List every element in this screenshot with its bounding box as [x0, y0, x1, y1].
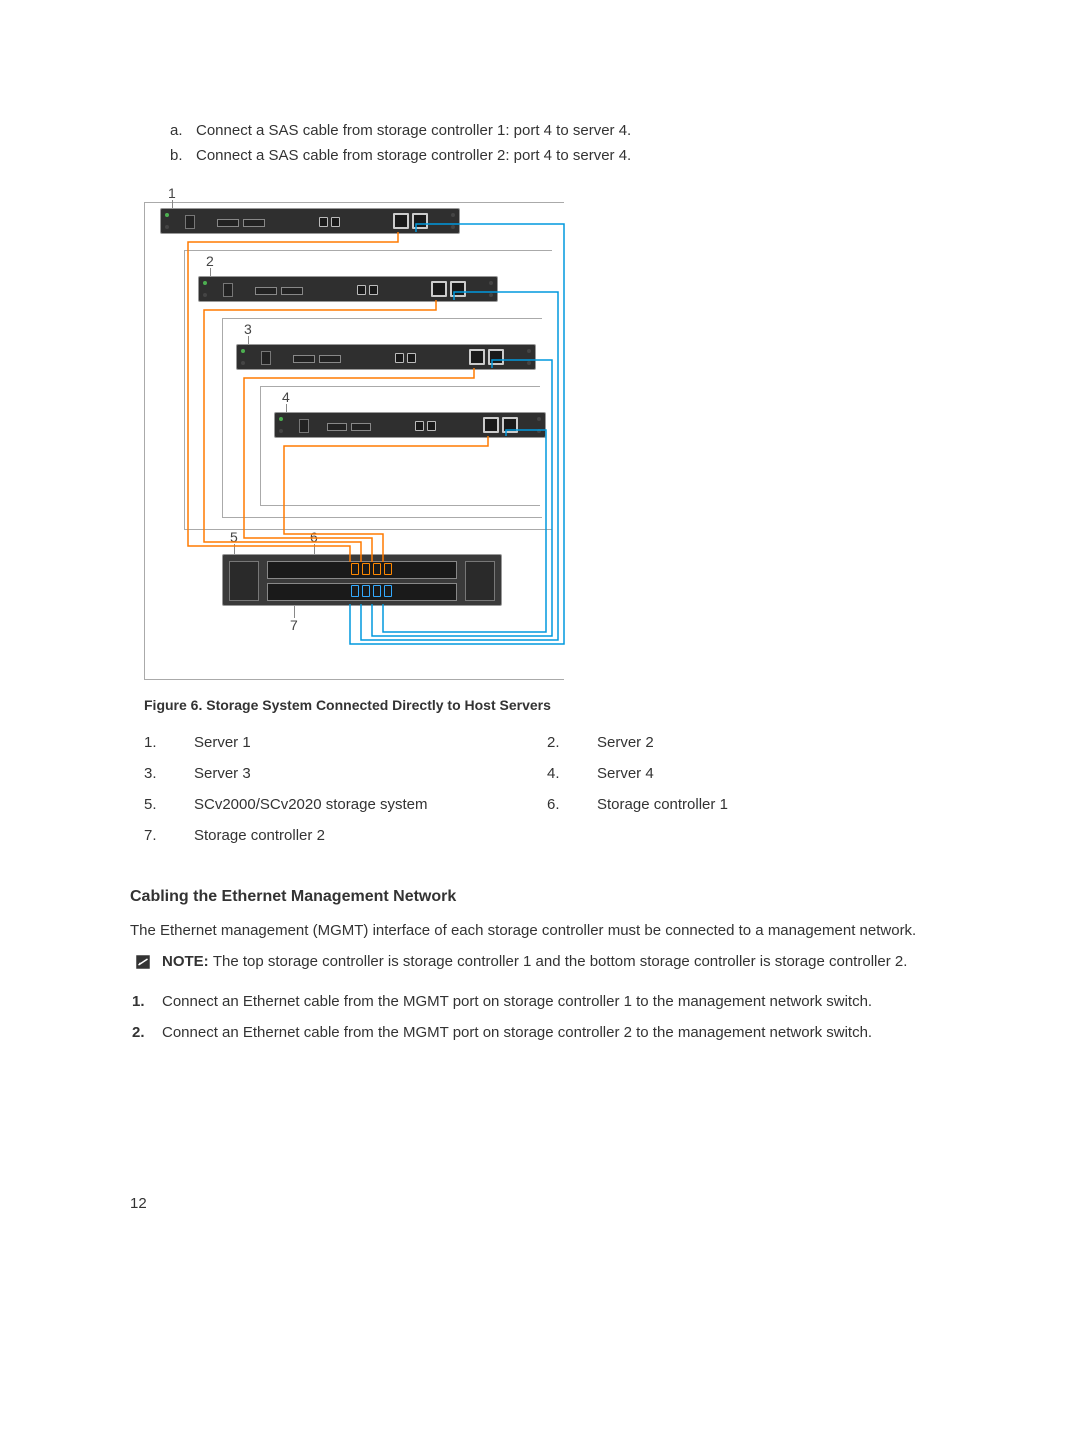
sub-step-list: a. Connect a SAS cable from storage cont…	[170, 120, 950, 166]
sub-step-a: a. Connect a SAS cable from storage cont…	[170, 120, 950, 141]
server-2	[198, 276, 498, 302]
legend-item: 5. SCv2000/SCv2020 storage system	[144, 794, 547, 815]
page-number: 12	[130, 1193, 950, 1214]
legend-item: 7. Storage controller 2	[144, 825, 547, 846]
note-text: NOTE: The top storage controller is stor…	[162, 951, 907, 972]
storage-system	[222, 554, 502, 606]
sub-step-text: Connect a SAS cable from storage control…	[196, 145, 631, 166]
legend-text: Storage controller 1	[597, 794, 728, 815]
legend-item: 4. Server 4	[547, 763, 950, 784]
legend-text: Server 4	[597, 763, 654, 784]
server-4	[274, 412, 546, 438]
section-heading: Cabling the Ethernet Management Network	[130, 886, 950, 908]
sub-step-marker: a.	[170, 120, 196, 141]
steps-list: 1. Connect an Ethernet cable from the MG…	[132, 991, 950, 1043]
sub-step-b: b. Connect a SAS cable from storage cont…	[170, 145, 950, 166]
legend-num: 5.	[144, 794, 194, 815]
legend-num: 4.	[547, 763, 597, 784]
legend-num: 7.	[144, 825, 194, 846]
cabling-diagram: 1 2	[144, 186, 574, 686]
legend-num: 2.	[547, 732, 597, 753]
note-body: The top storage controller is storage co…	[213, 953, 908, 970]
server-3	[236, 344, 536, 370]
note-block: NOTE: The top storage controller is stor…	[134, 951, 950, 977]
legend-text: Server 3	[194, 763, 251, 784]
legend-text: Storage controller 2	[194, 825, 325, 846]
legend-text: Server 1	[194, 732, 251, 753]
legend-item: 1. Server 1	[144, 732, 547, 753]
legend-text: SCv2000/SCv2020 storage system	[194, 794, 427, 815]
callout-7: 7	[290, 616, 298, 636]
sub-step-text: Connect a SAS cable from storage control…	[196, 120, 631, 141]
legend-num: 1.	[144, 732, 194, 753]
step-text: Connect an Ethernet cable from the MGMT …	[162, 991, 872, 1012]
step-text: Connect an Ethernet cable from the MGMT …	[162, 1022, 872, 1043]
legend-item: 6. Storage controller 1	[547, 794, 950, 815]
sub-step-marker: b.	[170, 145, 196, 166]
server-1	[160, 208, 460, 234]
step-2: 2. Connect an Ethernet cable from the MG…	[132, 1022, 950, 1043]
legend-num: 6.	[547, 794, 597, 815]
figure-6: 1 2	[144, 186, 950, 856]
step-1: 1. Connect an Ethernet cable from the MG…	[132, 991, 950, 1012]
step-num: 2.	[132, 1022, 162, 1043]
note-label: NOTE:	[162, 953, 213, 970]
section-intro: The Ethernet management (MGMT) interface…	[130, 920, 950, 941]
figure-caption: Figure 6. Storage System Connected Direc…	[144, 696, 950, 716]
note-icon	[134, 953, 162, 977]
legend-item: 2. Server 2	[547, 732, 950, 753]
legend-item: 3. Server 3	[144, 763, 547, 784]
figure-legend: 1. Server 1 2. Server 2 3. Server 3 4. S…	[144, 732, 950, 856]
legend-num: 3.	[144, 763, 194, 784]
step-num: 1.	[132, 991, 162, 1012]
legend-text: Server 2	[597, 732, 654, 753]
